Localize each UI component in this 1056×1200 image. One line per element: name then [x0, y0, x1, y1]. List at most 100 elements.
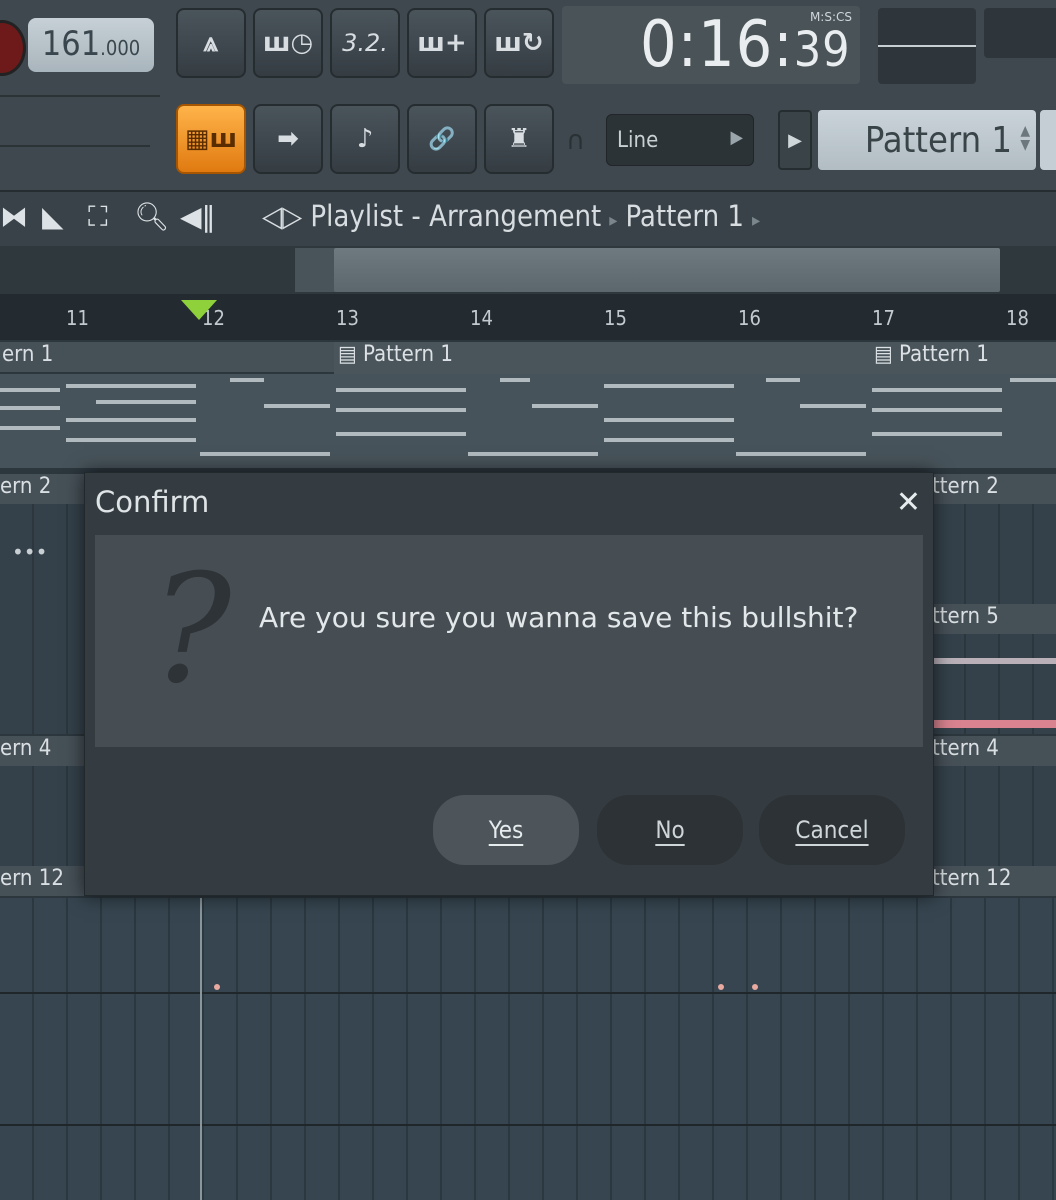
note-bar [468, 452, 598, 456]
tempo-display[interactable]: 161.000 [28, 18, 154, 72]
note-bar [264, 404, 330, 408]
pattern-selector[interactable]: Pattern 1 ▲ ▼ [818, 110, 1036, 170]
metronome-button[interactable]: ⩓ [176, 8, 246, 78]
pattern-menu-button[interactable]: ▶ [778, 110, 812, 170]
note-dot [718, 984, 724, 990]
note-bar [200, 452, 330, 456]
bar-number: 15 [604, 306, 627, 330]
track-header[interactable]: ern 4 [0, 736, 84, 766]
time-seconds: 39 [793, 22, 851, 78]
typing-keyboard-icon: ▦ш [184, 124, 238, 154]
zoom-tool-icon[interactable]: 🔍︎ [134, 200, 170, 233]
track-header[interactable]: ern 2 [0, 474, 84, 504]
typing-keyboard-button[interactable]: ▦ш [176, 104, 246, 174]
playlist-grid[interactable] [0, 898, 1056, 1200]
dialog-message: Are you sure you wanna save this bullshi… [259, 601, 859, 634]
chevron-right-icon: ▸ [609, 210, 618, 231]
automation-clip[interactable] [934, 658, 1056, 664]
dots-marker: ••• [12, 540, 48, 564]
toolbar-divider [0, 95, 160, 97]
question-icon: ? [151, 543, 232, 717]
note-bar [96, 400, 196, 404]
note-bar [532, 404, 598, 408]
loop-record-button[interactable]: ш↻ [484, 8, 554, 78]
paint-tool-icon[interactable]: ◣ [42, 200, 64, 233]
note-button[interactable]: ♪ [330, 104, 400, 174]
cpu-monitor [984, 8, 1056, 58]
track-header[interactable]: ttern 2 [932, 474, 1056, 504]
arrow-icon: ➡ [277, 124, 299, 154]
cancel-button[interactable]: Cancel [759, 795, 905, 865]
note-bar [872, 388, 1002, 392]
step-edit-button[interactable]: ш+ [407, 8, 477, 78]
note-bar [500, 378, 530, 382]
note-bar [1010, 378, 1056, 382]
playlist-breadcrumb: ◁▷ Playlist - Arrangement ▸ Pattern 1 ▸ [262, 199, 768, 233]
slide-tool-icon[interactable]: ⧓ [0, 200, 28, 233]
pattern-add-button[interactable] [1040, 110, 1056, 170]
note-bar [872, 408, 1002, 412]
stamp-icon: ♜ [507, 124, 531, 154]
pattern-selector-value: Pattern 1 [864, 119, 1012, 161]
yes-button[interactable]: Yes [433, 795, 579, 865]
countdown-button[interactable]: 3.2. [330, 8, 400, 78]
bar-number: 16 [738, 306, 761, 330]
note-icon: ♪ [356, 124, 374, 154]
note-bar [336, 432, 466, 436]
row-divider [0, 992, 1056, 994]
pattern-clip[interactable]: ▤ Pattern 1 [334, 342, 870, 374]
track-grid[interactable] [0, 504, 84, 734]
playback-tool-icon[interactable]: ◀‖ [180, 200, 216, 233]
speaker-arrows-icon: ◁▷ [262, 199, 311, 233]
track-grid[interactable] [932, 766, 1056, 866]
track-header[interactable]: ttern 4 [932, 736, 1056, 766]
wait-for-input-icon: ꟺ◷ [262, 28, 314, 58]
song-time-display[interactable]: 0:16:39 M:S:CS [562, 6, 860, 84]
note-bar [66, 438, 196, 442]
note-bar [66, 418, 196, 422]
playlist-arrow-button[interactable]: ➡ [253, 104, 323, 174]
link-button[interactable]: 🔗 [407, 104, 477, 174]
track-header[interactable]: ern 1 [0, 342, 334, 372]
toolbar-divider [0, 145, 150, 147]
dialog-body: ? Are you sure you wanna save this bulls… [95, 535, 923, 747]
track-header[interactable]: ttern 12 [932, 866, 1056, 896]
bar-number: 18 [1006, 306, 1029, 330]
playlist-title: Playlist - Arrangement [310, 199, 602, 233]
close-icon[interactable]: ✕ [896, 485, 921, 520]
automation-clip[interactable] [934, 720, 1056, 728]
note-bar [66, 384, 196, 388]
clip-icon: ▤ [874, 342, 899, 367]
note-bar [0, 388, 60, 392]
step-edit-icon: ш+ [417, 28, 467, 58]
bar-number: 13 [336, 306, 359, 330]
note-bar [0, 406, 60, 410]
pattern-clip-notes[interactable] [0, 374, 1056, 468]
stamp-button[interactable]: ♜ [484, 104, 554, 174]
note-dot [752, 984, 758, 990]
playhead-marker[interactable] [181, 300, 217, 320]
track-grid[interactable] [0, 766, 84, 866]
note-bar [0, 426, 60, 430]
track-header[interactable]: ttern 5 [932, 604, 1056, 634]
timeline-ruler[interactable]: 11 12 13 14 15 16 17 18 [0, 294, 1056, 340]
scrollbar-track-segment [295, 248, 335, 292]
pattern-clip[interactable]: ▤ Pattern 1 [870, 342, 1056, 374]
wait-for-input-button[interactable]: ꟺ◷ [253, 8, 323, 78]
bar-number: 11 [66, 306, 89, 330]
snap-select[interactable]: Line ▶ [606, 114, 754, 166]
note-bar [336, 388, 466, 392]
bar-number: 17 [872, 306, 895, 330]
link-icon: 🔗 [428, 126, 456, 152]
track-header[interactable]: ern 12 [0, 866, 84, 896]
up-down-icon: ▲ ▼ [1020, 123, 1030, 153]
metronome-icon: ⩓ [203, 27, 219, 58]
note-bar [872, 432, 1002, 436]
no-button[interactable]: No [597, 795, 743, 865]
note-bar [336, 408, 466, 412]
confirm-dialog: Confirm ✕ ? Are you sure you wanna save … [84, 472, 934, 896]
playlist-current-pattern[interactable]: Pattern 1 [625, 199, 744, 233]
select-tool-icon[interactable]: ⛶ [88, 200, 108, 234]
note-bar [604, 384, 734, 388]
scrollbar-thumb[interactable] [334, 248, 1000, 292]
